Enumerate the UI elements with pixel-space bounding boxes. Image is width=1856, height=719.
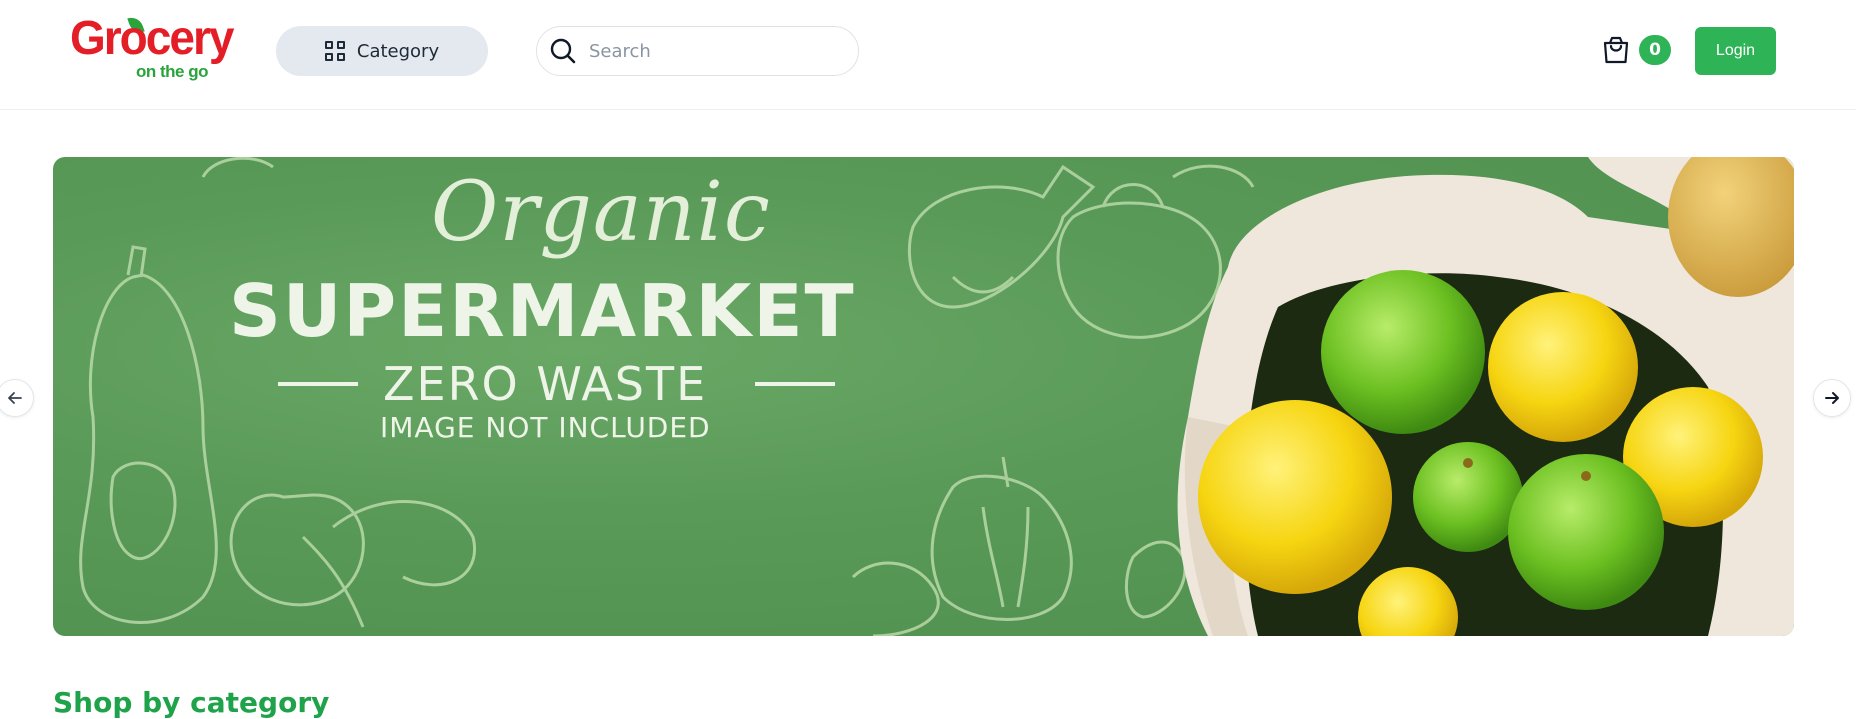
search-box[interactable] [536, 26, 859, 76]
banner-rule-right [755, 382, 835, 386]
search-input[interactable] [589, 40, 829, 62]
category-button[interactable]: Category [276, 26, 488, 76]
site-header: Grocery on the go Category 0 Login [0, 0, 1856, 110]
category-label: Category [356, 40, 440, 62]
brand-logo[interactable]: Grocery on the go [70, 9, 234, 84]
citrus-bag-photo [1177, 157, 1794, 636]
brand-name: Grocery [70, 9, 234, 65]
banner-subtitle-zero-waste: ZERO WASTE [383, 357, 708, 411]
banner-title-organic: Organic [431, 165, 771, 260]
grid-icon [324, 41, 345, 61]
login-button[interactable]: Login [1695, 27, 1776, 75]
carousel-next-button[interactable] [1813, 379, 1851, 417]
banner-rule-left [278, 382, 358, 386]
arrow-right-icon [1825, 392, 1839, 404]
banner-note: IMAGE NOT INCLUDED [380, 411, 711, 444]
carousel-prev-button[interactable] [0, 379, 34, 417]
brand-tagline: on the go [136, 62, 208, 81]
section-title: Shop by category [53, 686, 330, 719]
hero-banner: Organic SUPERMARKET ZERO WASTE IMAGE NOT… [53, 157, 1794, 636]
banner-title-supermarket: SUPERMARKET [229, 269, 856, 353]
arrow-left-icon [8, 392, 22, 404]
cart-button[interactable] [1600, 34, 1632, 66]
shopping-bag-icon [1603, 36, 1629, 64]
cart-count-badge: 0 [1639, 35, 1671, 65]
search-icon [550, 38, 576, 64]
